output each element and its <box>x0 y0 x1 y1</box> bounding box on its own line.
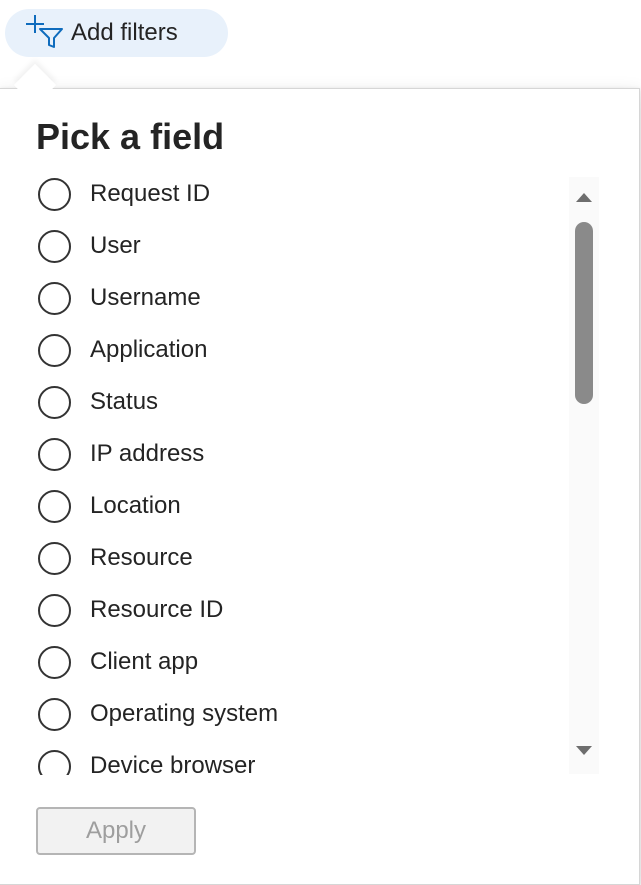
field-option-label: Client app <box>90 648 199 675</box>
field-option[interactable]: Device browser <box>36 740 566 775</box>
field-option-label: Status <box>90 388 159 415</box>
radio-button[interactable] <box>38 281 71 315</box>
field-option[interactable]: Status <box>36 376 566 428</box>
field-option-label: Username <box>90 284 201 311</box>
field-radio-group[interactable]: Request ID User Username Application Sta… <box>36 168 566 775</box>
field-option[interactable]: User <box>36 220 566 272</box>
field-option-label: User <box>90 232 141 259</box>
field-option-label: Device browser <box>90 752 256 775</box>
radio-button[interactable] <box>38 333 71 367</box>
add-filter-icon <box>25 12 65 48</box>
field-option-label: Request ID <box>90 180 211 207</box>
radio-button[interactable] <box>38 489 71 523</box>
radio-button[interactable] <box>38 697 71 731</box>
add-filters-screen: Add filters Pick a field Request ID User… <box>0 0 641 885</box>
radio-button[interactable] <box>38 385 71 419</box>
radio-button[interactable] <box>38 177 71 211</box>
panel-title: Pick a field <box>36 116 225 157</box>
field-option[interactable]: Location <box>36 480 566 532</box>
radio-button[interactable] <box>38 645 71 679</box>
field-option-label: Application <box>90 336 208 363</box>
field-option-label: Resource <box>90 544 193 571</box>
radio-button[interactable] <box>38 541 71 575</box>
radio-button[interactable] <box>38 593 71 627</box>
field-option-label: Resource ID <box>90 596 224 623</box>
radio-button[interactable] <box>38 229 71 263</box>
add-filters-label: Add filters <box>71 19 178 46</box>
field-option-label: IP address <box>90 440 205 467</box>
field-option[interactable]: Operating system <box>36 688 566 740</box>
radio-button[interactable] <box>38 749 71 775</box>
field-option[interactable]: Client app <box>36 636 566 688</box>
field-option[interactable]: Application <box>36 324 566 376</box>
field-option[interactable]: Username <box>36 272 566 324</box>
field-option[interactable]: Resource ID <box>36 584 566 636</box>
scroll-down-arrow-icon[interactable] <box>574 743 594 759</box>
apply-button[interactable]: Apply <box>36 807 196 855</box>
field-option-label: Operating system <box>90 700 279 727</box>
field-option-label: Location <box>90 492 181 519</box>
field-option[interactable]: Resource <box>36 532 566 584</box>
field-list-scrollbar[interactable] <box>569 177 599 774</box>
scrollbar-thumb[interactable] <box>575 222 593 404</box>
radio-button[interactable] <box>38 437 71 471</box>
field-option[interactable]: IP address <box>36 428 566 480</box>
scroll-up-arrow-icon[interactable] <box>574 189 594 205</box>
add-filters-button[interactable]: Add filters <box>5 9 228 57</box>
field-option[interactable]: Request ID <box>36 168 566 220</box>
